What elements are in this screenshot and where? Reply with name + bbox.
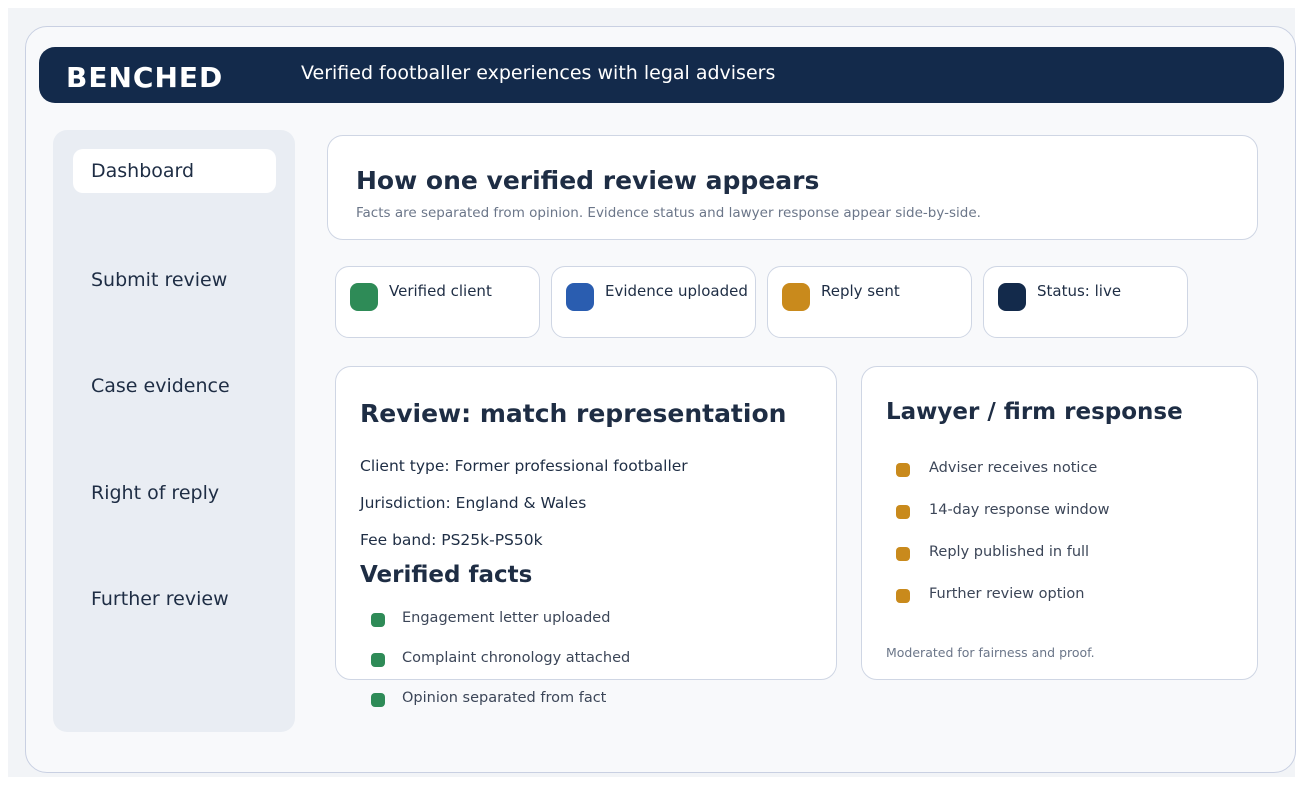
review-jurisdiction: Jurisdiction: England & Wales: [360, 494, 587, 512]
sidebar-item-further-review[interactable]: Further review: [73, 577, 276, 621]
review-card: Review: match representation Client type…: [335, 366, 837, 707]
badge-label: Evidence uploaded: [605, 282, 748, 300]
page-title: How one verified review appears: [356, 166, 820, 195]
sidebar-item-submit-review[interactable]: Submit review: [73, 258, 276, 302]
status-live-icon: [998, 283, 1026, 311]
badge-evidence-uploaded: Evidence uploaded: [551, 266, 756, 338]
review-client-type: Client type: Former professional footbal…: [360, 457, 688, 475]
step-bullet-icon: [896, 547, 910, 561]
review-title: Review: match representation: [360, 399, 787, 428]
sidebar: Dashboard Submit review Case evidence Ri…: [53, 130, 295, 732]
fact-label: Engagement letter uploaded: [402, 610, 611, 626]
badge-status-live: Status: live: [983, 266, 1188, 338]
evidence-uploaded-icon: [566, 283, 594, 311]
top-header: BENCHED Verified footballer experiences …: [39, 47, 1284, 103]
step-label: Reply published in full: [929, 544, 1090, 560]
brand-logo[interactable]: BENCHED: [66, 61, 223, 94]
response-title: Lawyer / firm response: [886, 399, 1183, 425]
step-label: Further review option: [929, 586, 1085, 602]
check-bullet-icon: [371, 613, 385, 627]
response-card: Lawyer / firm response Adviser receives …: [861, 366, 1258, 680]
sidebar-item-right-of-reply[interactable]: Right of reply: [73, 471, 276, 515]
step-bullet-icon: [896, 505, 910, 519]
check-bullet-icon: [371, 653, 385, 667]
sidebar-item-case-evidence[interactable]: Case evidence: [73, 364, 276, 408]
step-bullet-icon: [896, 589, 910, 603]
badge-label: Reply sent: [821, 282, 900, 300]
header-tagline: Verified footballer experiences with leg…: [301, 62, 776, 84]
verified-client-icon: [350, 283, 378, 311]
check-bullet-icon: [371, 693, 385, 707]
badge-label: Verified client: [389, 282, 492, 300]
badge-label: Status: live: [1037, 282, 1122, 300]
step-label: Adviser receives notice: [929, 460, 1098, 476]
step-label: 14-day response window: [929, 502, 1110, 518]
badge-reply-sent: Reply sent: [767, 266, 972, 338]
step-bullet-icon: [896, 463, 910, 477]
moderation-note: Moderated for fairness and proof.: [886, 645, 1095, 660]
fact-label: Opinion separated from fact: [402, 690, 607, 706]
intro-panel: How one verified review appears Facts ar…: [327, 135, 1258, 240]
sidebar-item-dashboard[interactable]: Dashboard: [73, 149, 276, 193]
verified-facts-heading: Verified facts: [360, 562, 533, 588]
badge-verified-client: Verified client: [335, 266, 540, 338]
fact-label: Complaint chronology attached: [402, 650, 631, 666]
review-fee-band: Fee band: PS25k-PS50k: [360, 531, 543, 549]
reply-sent-icon: [782, 283, 810, 311]
page-subtitle: Facts are separated from opinion. Eviden…: [356, 205, 981, 221]
